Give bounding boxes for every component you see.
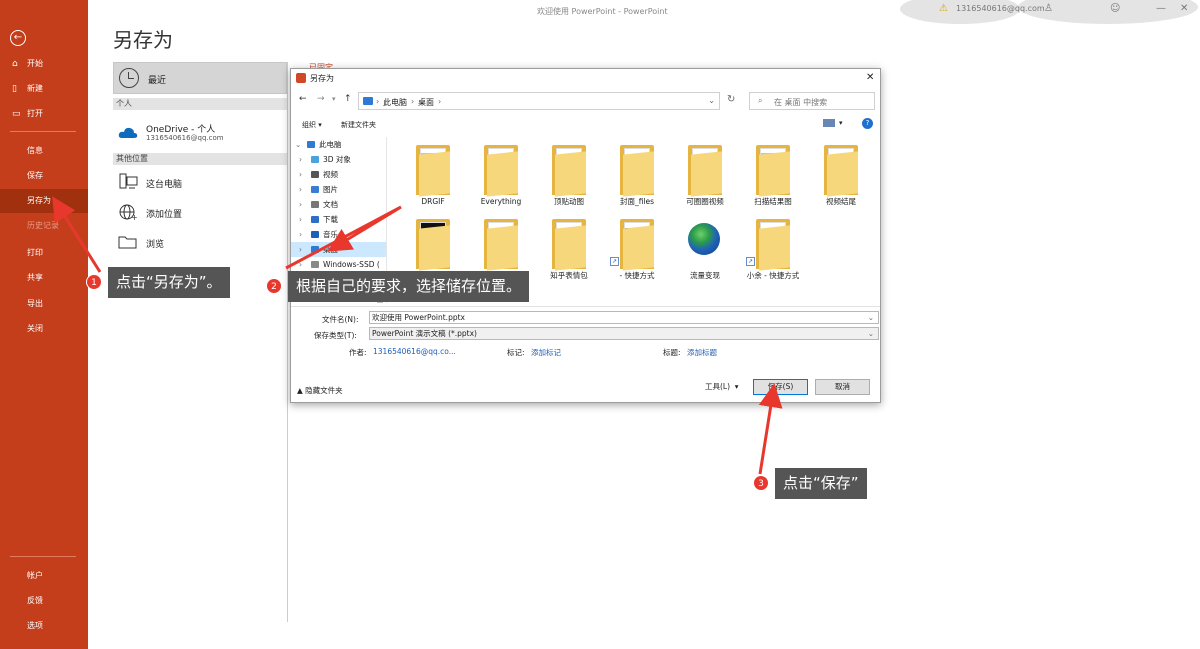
arrow-2 [285,205,402,270]
arrow-1 [52,196,102,273]
annotation-arrows [52,196,783,475]
badge-1: 1 [86,274,102,290]
arrow-3 [758,383,783,475]
badge-2: 2 [266,278,282,294]
badge-3: 3 [753,475,769,491]
callout-2: 根据自己的要求，选择储存位置。 [288,271,530,302]
callout-1: 点击“另存为”。 [108,267,230,298]
callout-3: 点击“保存” [775,468,867,499]
